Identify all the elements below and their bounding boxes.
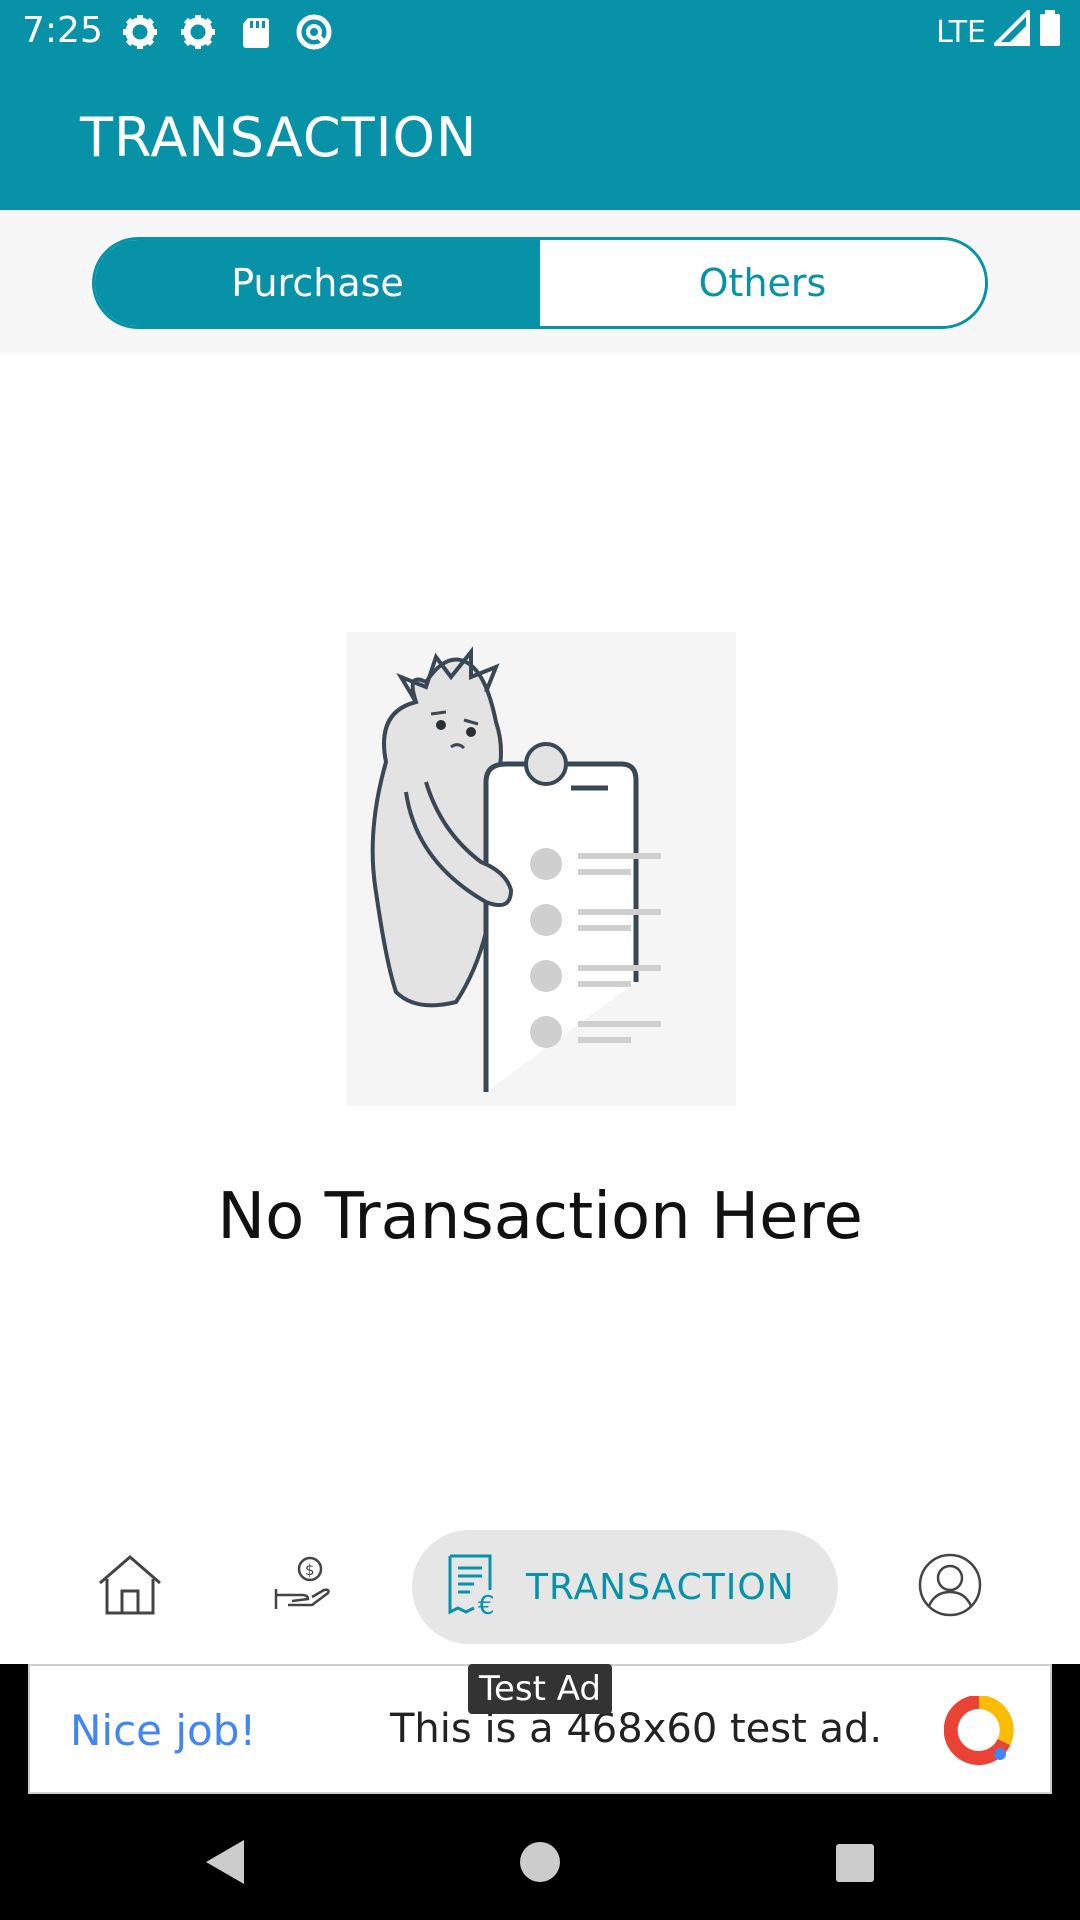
signal-icon [991,7,1030,54]
battery-icon [1038,10,1062,54]
status-bar: 7:25 LTE [0,0,1080,62]
empty-state-illustration [346,632,736,1106]
svg-text:$: $ [305,1561,315,1579]
sd-card-icon [236,12,276,52]
page-title: TRANSACTION [80,106,478,169]
nav-profile[interactable] [910,1530,990,1644]
nav-transaction[interactable]: € TRANSACTION [412,1530,838,1644]
ad-logo-icon [943,1694,1014,1766]
home-icon [95,1553,165,1622]
network-type: LTE [936,14,986,50]
segmented-control: Purchase Others [92,237,988,329]
nav-payment[interactable]: $ [262,1530,342,1644]
ad-badge: Test Ad [468,1664,612,1714]
ad-area: Test Ad Nice job! This is a 468x60 test … [0,1664,1080,1802]
recents-icon[interactable] [826,1834,882,1890]
vpn-icon [294,12,334,52]
tab-purchase[interactable]: Purchase [95,240,540,326]
segment-area: Purchase Others [0,210,1080,354]
back-icon[interactable] [198,1834,254,1890]
empty-state-message: No Transaction Here [217,1180,863,1254]
money-hand-icon: $ [272,1555,332,1620]
status-time: 7:25 [22,10,103,51]
bottom-nav: $ € TRANSACTION [0,1510,1080,1664]
tab-others[interactable]: Others [540,240,985,326]
ad-text: This is a 468x60 test ad. [390,1706,883,1752]
svg-text:€: € [478,1591,495,1616]
nav-home[interactable] [90,1530,170,1644]
app-bar: TRANSACTION [0,62,1080,210]
gear-icon [120,12,160,52]
status-right: LTE [936,7,1062,54]
home-button-icon[interactable] [512,1834,568,1890]
nav-transaction-label: TRANSACTION [526,1566,795,1608]
ad-headline: Nice job! [70,1706,257,1755]
receipt-euro-icon: € [444,1554,502,1621]
system-nav-bar [0,1802,1080,1920]
status-notification-icons [120,12,334,52]
gear-icon [178,12,218,52]
profile-icon [917,1552,983,1623]
